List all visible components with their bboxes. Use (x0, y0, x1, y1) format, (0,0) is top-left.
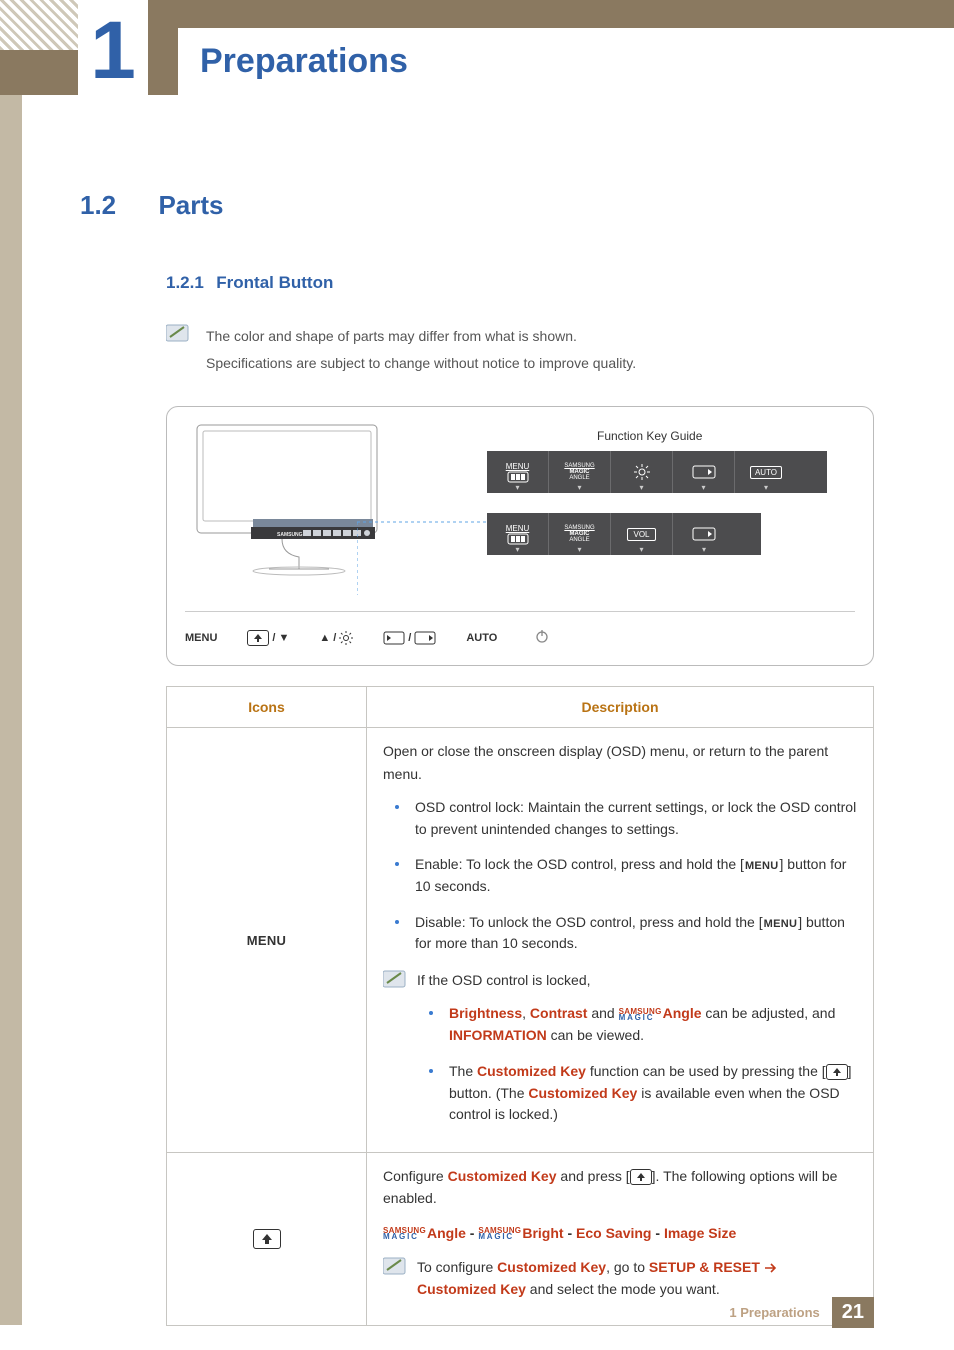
locked-bullet-2: The Customized Key function can be used … (421, 1061, 857, 1126)
left-sidebar (0, 95, 22, 1325)
button-label-row: MENU /▼ ▲/ / AUTO (185, 611, 855, 651)
chapter-title-band: Preparations (178, 28, 954, 95)
table-header-row: Icons Description (167, 687, 874, 728)
note-line-2: Specifications are subject to change wit… (206, 350, 874, 377)
svg-text:SAMSUNG: SAMSUNG (277, 532, 303, 538)
table-row-menu: MENU Open or close the onscreen display … (167, 728, 874, 1153)
footer-chapter: 1 Preparations (729, 1305, 819, 1320)
note-line-1: The color and shape of parts may differ … (206, 323, 874, 350)
up-arrow-icon (826, 1064, 848, 1080)
subsection-heading: 1.2.1 Frontal Button (166, 273, 874, 293)
samsung-magic-icon: SAMSUNGMAGIC (383, 1228, 426, 1239)
note-text: The color and shape of parts may differ … (206, 323, 874, 376)
configure-text: Configure Customized Key and press []. T… (383, 1165, 857, 1210)
key-menu: MENU▾ (487, 451, 549, 493)
btn-power-icon (535, 629, 549, 646)
footer-page-number: 21 (832, 1297, 874, 1328)
menu-open-text: Open or close the onscreen display (OSD)… (383, 740, 857, 785)
header-icons: Icons (167, 687, 367, 728)
icons-table: Icons Description MENU Open or close the… (166, 686, 874, 1326)
menu-tag-icon: MENU (744, 858, 780, 875)
btn-source-icon: / (383, 631, 436, 645)
menu-icon-label: MENU (246, 933, 287, 948)
section-heading: 1.2 Parts (80, 190, 874, 221)
note-block: The color and shape of parts may differ … (166, 323, 874, 376)
menu-tag-icon: MENU (763, 916, 799, 933)
up-arrow-icon (253, 1229, 281, 1249)
header-description: Description (367, 687, 874, 728)
callout-line (357, 519, 487, 609)
key-brightness: ▾ (611, 451, 673, 493)
guide-row-1: MENU▾ SAMSUNGMAGICANGLE▾ ▾ ▾ AUTO▾ (487, 451, 827, 493)
button-diagram: SAMSUNG Function Key Guide MENU▾ SAMSUNG… (166, 406, 874, 666)
key-vol: VOL▾ (611, 513, 673, 555)
function-key-guide-label: Function Key Guide (597, 429, 702, 443)
corner-hatch (0, 0, 80, 50)
btn-up-bright-icon: ▲/ (319, 631, 353, 645)
page-content: 1.2 Parts 1.2.1 Frontal Button The color… (80, 190, 874, 1326)
chapter-number-box: 1 (78, 0, 148, 102)
key-samsung-magic-angle-2: SAMSUNGMAGICANGLE▾ (549, 513, 611, 555)
subsection-title: Frontal Button (216, 273, 333, 292)
configure-note-text: To configure Customized Key, go to SETUP… (417, 1256, 857, 1301)
page-footer: 1 Preparations 21 (729, 1297, 874, 1328)
note-icon (383, 969, 407, 992)
subsection-number: 1.2.1 (166, 273, 204, 292)
section-number: 1.2 (80, 190, 154, 221)
chapter-title: Preparations (200, 42, 408, 81)
note-icon (166, 323, 190, 376)
btn-menu-label: MENU (185, 632, 217, 644)
desc-cell-menu: Open or close the onscreen display (OSD)… (367, 728, 874, 1153)
arrow-right-icon (764, 1263, 778, 1273)
locked-note: If the OSD control is locked, Brightness… (383, 969, 857, 1140)
locked-bullets: Brightness, Contrast and SAMSUNGMAGICAng… (417, 1003, 857, 1125)
key-samsung-magic-angle: SAMSUNGMAGICANGLE▾ (549, 451, 611, 493)
up-arrow-icon (630, 1169, 652, 1185)
options-line: SAMSUNGMAGICAngle - SAMSUNGMAGICBright -… (383, 1222, 857, 1244)
icon-cell-custom (167, 1152, 367, 1325)
icon-cell-menu: MENU (167, 728, 367, 1153)
menu-enable-text: Enable: To lock the OSD control, press a… (387, 854, 857, 897)
btn-auto-label: AUTO (466, 632, 497, 644)
note-icon (383, 1256, 407, 1279)
btn-custom-down-icon: /▼ (247, 630, 289, 646)
menu-lock-text: OSD control lock: Maintain the current s… (387, 797, 857, 840)
menu-disable-text: Disable: To unlock the OSD control, pres… (387, 912, 857, 955)
samsung-magic-icon: SAMSUNGMAGIC (478, 1228, 521, 1239)
key-auto: AUTO▾ (735, 451, 797, 493)
section-title: Parts (158, 190, 223, 220)
guide-row-2: MENU▾ SAMSUNGMAGICANGLE▾ VOL▾ ▾ (487, 513, 761, 555)
key-source-2: ▾ (673, 513, 735, 555)
key-menu-2: MENU▾ (487, 513, 549, 555)
locked-intro: If the OSD control is locked, (417, 969, 857, 991)
menu-bullet-list: OSD control lock: Maintain the current s… (383, 797, 857, 955)
chapter-number: 1 (90, 10, 136, 92)
samsung-magic-icon: SAMSUNGMAGIC (619, 1009, 662, 1020)
key-source: ▾ (673, 451, 735, 493)
locked-bullet-1: Brightness, Contrast and SAMSUNGMAGICAng… (421, 1003, 857, 1046)
